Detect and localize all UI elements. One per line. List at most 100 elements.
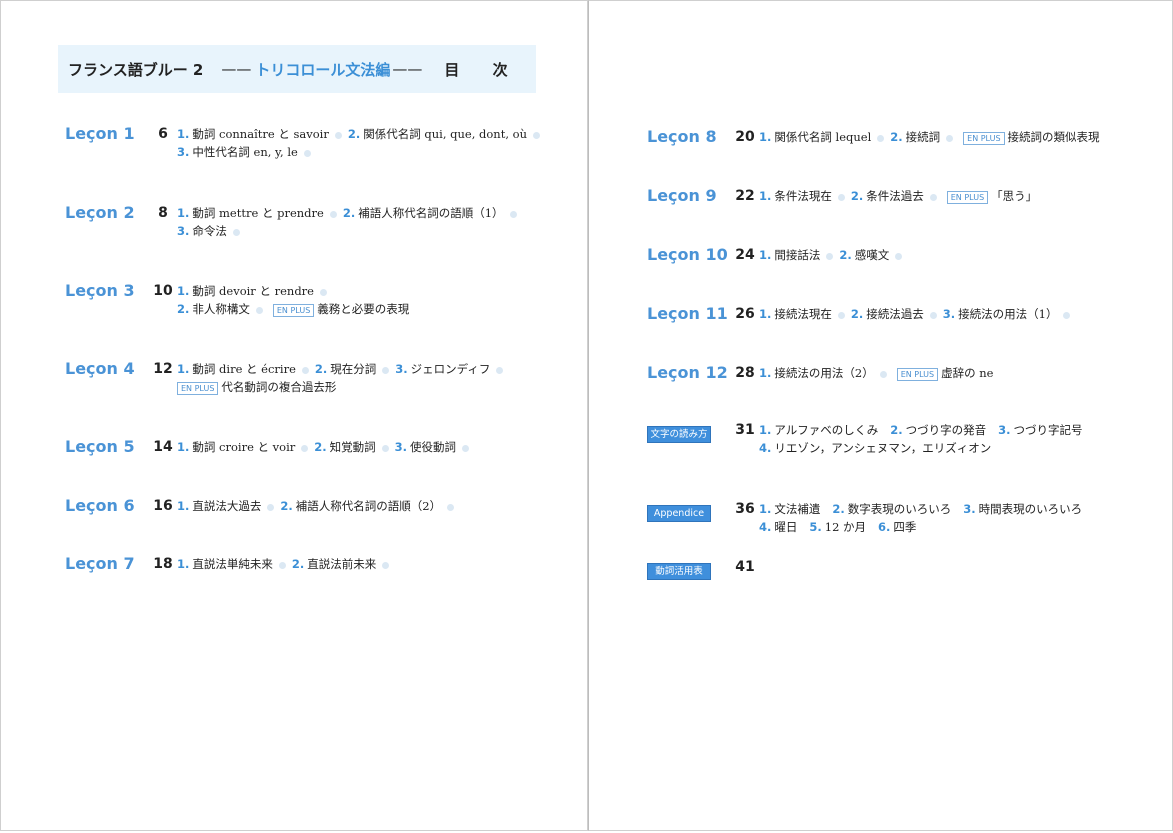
topic: 数字表現のいろいろ	[847, 502, 952, 516]
page-number: 8	[158, 205, 168, 221]
separator-dot	[255, 306, 263, 314]
separator-dot	[334, 131, 342, 139]
topic: リエゾン，アンシェヌマン，エリズィオン	[774, 441, 992, 455]
topic-number: 2.	[314, 440, 327, 454]
topic: つづり字記号	[1013, 423, 1083, 437]
topic-number: 2.	[890, 130, 903, 144]
lesson-label: Leçon 10	[647, 245, 728, 264]
separator-dot	[382, 366, 390, 374]
separator-dot	[319, 288, 327, 296]
toc-entry-lecon-1[interactable]: Leçon 1 6 1. 動詞 connaître と savoir 2. 関係代名詞…	[65, 125, 546, 161]
toc-entry-lecon-8[interactable]: Leçon 8 20 1. 関係代名詞 lequel 2. 接続詞 EN PLUS 接続詞…	[647, 128, 1100, 146]
topic: 現在分詞	[330, 362, 377, 376]
separator-dot	[303, 149, 311, 157]
topic: 使役動詞	[410, 440, 457, 454]
page-number: 22	[735, 188, 755, 204]
en-plus-tag: EN PLUS	[946, 190, 989, 204]
toc-entry-lecon-2[interactable]: Leçon 2 8 1. 動詞 mettre と prendre 2. 補語人称代名詞…	[65, 204, 523, 240]
page-number: 28	[735, 365, 755, 381]
toc-entry-lecon-4[interactable]: Leçon 4 12 1. 動詞 dire と écrire 2. 現在分詞 3. ジェロ…	[65, 360, 509, 396]
toc-entry-appendice[interactable]: Appendice 36 1. 文法補遺 2. 数字表現のいろいろ 3. 時間表現のいろい…	[647, 500, 1082, 536]
topic: 命令法	[192, 224, 227, 238]
toc-entry-lecon-11[interactable]: Leçon 11 26 1. 接続法現在 2. 接続法過去 3. 接続法の用法（1）	[647, 305, 1076, 323]
topic-number: 4.	[759, 520, 772, 534]
topic-list: 1. 文法補遺 2. 数字表現のいろいろ 3. 時間表現のいろいろ 4. 曜日 5. 12 か月…	[759, 500, 1082, 536]
topic-list: 1. 関係代名詞 lequel 2. 接続詞 EN PLUS 接続詞の類似表現	[759, 128, 1100, 146]
topic-number: 1.	[759, 248, 772, 262]
separator-dot	[837, 311, 845, 319]
page-number: 36	[735, 501, 755, 517]
en-plus-tag: EN PLUS	[272, 303, 315, 317]
topic-number: 2.	[177, 302, 190, 316]
topic: 中性代名詞 en, y, le	[192, 145, 298, 159]
topic: 接続法の用法（1）	[958, 307, 1058, 321]
topic-number: 3.	[395, 362, 408, 376]
topic-number: 1.	[177, 362, 190, 376]
separator-dot	[301, 366, 309, 374]
toc-entry-lecon-5[interactable]: Leçon 5 14 1. 動詞 croire と voir 2. 知覚動詞 3. 使役動…	[65, 438, 475, 456]
topic-number: 6.	[878, 520, 891, 534]
topic-list: 1. 動詞 dire と écrire 2. 現在分詞 3. ジェロンディフ EN PLU…	[177, 360, 509, 396]
toc-entry-lecon-10[interactable]: Leçon 10 24 1. 間接話法 2. 感嘆文	[647, 246, 908, 264]
page-number: 14	[153, 439, 173, 455]
topic-list: 1. 動詞 devoir と rendre 2. 非人称構文 EN PLUS 義務と必要…	[177, 282, 409, 318]
topic-number: 5.	[809, 520, 822, 534]
toc-entry-lecon-9[interactable]: Leçon 9 22 1. 条件法現在 2. 条件法過去 EN PLUS 「思う」	[647, 187, 1037, 205]
topic: 動詞 mettre と prendre	[192, 206, 324, 220]
toc-entry-lecon-12[interactable]: Leçon 12 28 1. 接続法の用法（2） EN PLUS 虚辞の ne	[647, 364, 993, 382]
topic: 動詞 croire と voir	[192, 440, 296, 454]
en-plus-topic: 代名動詞の複合過去形	[221, 380, 337, 394]
topic-number: 2.	[314, 362, 328, 376]
en-plus-topic: 接続詞の類似表現	[1007, 130, 1100, 144]
topic: 接続詞	[905, 130, 941, 144]
separator-dot	[329, 210, 337, 218]
topic-number: 1.	[759, 423, 772, 437]
separator-dot	[946, 134, 954, 142]
topic-number: 1.	[177, 206, 190, 220]
toc-entry-lecon-3[interactable]: Leçon 3 10 1. 動詞 devoir と rendre 2. 非人称構文 E…	[65, 282, 409, 318]
separator-dot	[462, 444, 470, 452]
toc-entry-conjugation-table[interactable]: 動詞活用表 41	[647, 558, 759, 580]
page-number: 10	[153, 283, 173, 299]
topic-number: 3.	[998, 423, 1011, 437]
page-number: 41	[735, 559, 755, 575]
toc-header: フランス語ブルー 2 —— トリコロール文法編 —— 目 次	[58, 45, 536, 93]
toc-entry-reading[interactable]: 文字の読み方 31 1. アルファベのしくみ 2. つづり字の発音 3. つづり字記号 4…	[647, 421, 1082, 457]
topic-number: 1.	[759, 307, 772, 321]
toc-entry-lecon-7[interactable]: Leçon 7 18 1. 直説法単純未来 2. 直説法前未来	[65, 555, 395, 573]
book-spread: フランス語ブルー 2 —— トリコロール文法編 —— 目 次 Leçon 1 6…	[0, 0, 1173, 833]
topic-number: 1.	[759, 189, 772, 203]
page-number: 26	[735, 306, 755, 322]
separator-dot	[496, 366, 504, 374]
lesson-label: Leçon 3	[65, 281, 135, 300]
topic: 曜日	[774, 520, 798, 534]
topic-number: 2.	[347, 127, 361, 141]
topic: 知覚動詞	[329, 440, 376, 454]
topic: 動詞 devoir と rendre	[192, 284, 314, 298]
en-plus-topic: 虚辞の ne	[941, 366, 994, 380]
topic-list: 1. 動詞 connaître と savoir 2. 関係代名詞 qui, que,…	[177, 125, 546, 161]
lesson-label: Leçon 12	[647, 363, 728, 382]
topic: 感嘆文	[854, 248, 890, 262]
title-dash: ——	[221, 60, 252, 78]
right-page: Leçon 8 20 1. 関係代名詞 lequel 2. 接続詞 EN PLUS 接続詞…	[588, 0, 1173, 831]
topic: 文法補遺	[774, 502, 821, 516]
separator-dot	[929, 193, 937, 201]
lesson-label: Leçon 4	[65, 359, 135, 378]
topic: 関係代名詞 qui, que, dont, où	[363, 127, 527, 141]
section-badge: 動詞活用表	[647, 563, 711, 580]
page-number: 20	[735, 129, 755, 145]
lesson-label: Leçon 2	[65, 203, 135, 222]
lesson-label: Leçon 11	[647, 304, 728, 323]
topic-number: 1.	[177, 440, 190, 454]
separator-dot	[532, 131, 540, 139]
topic-list: 1. 動詞 mettre と prendre 2. 補語人称代名詞の語順（1） 3. 命…	[177, 204, 523, 240]
topic: 四季	[893, 520, 917, 534]
topic-number: 1.	[759, 130, 772, 144]
topic-number: 1.	[177, 284, 190, 298]
separator-dot	[895, 252, 903, 260]
topic-list: 1. 直説法単純未来 2. 直説法前未来	[177, 555, 395, 573]
toc-entry-lecon-6[interactable]: Leçon 6 16 1. 直説法大過去 2. 補語人称代名詞の語順（2）	[65, 497, 460, 515]
topic-list: 1. 条件法現在 2. 条件法過去 EN PLUS 「思う」	[759, 187, 1037, 205]
separator-dot	[267, 503, 275, 511]
